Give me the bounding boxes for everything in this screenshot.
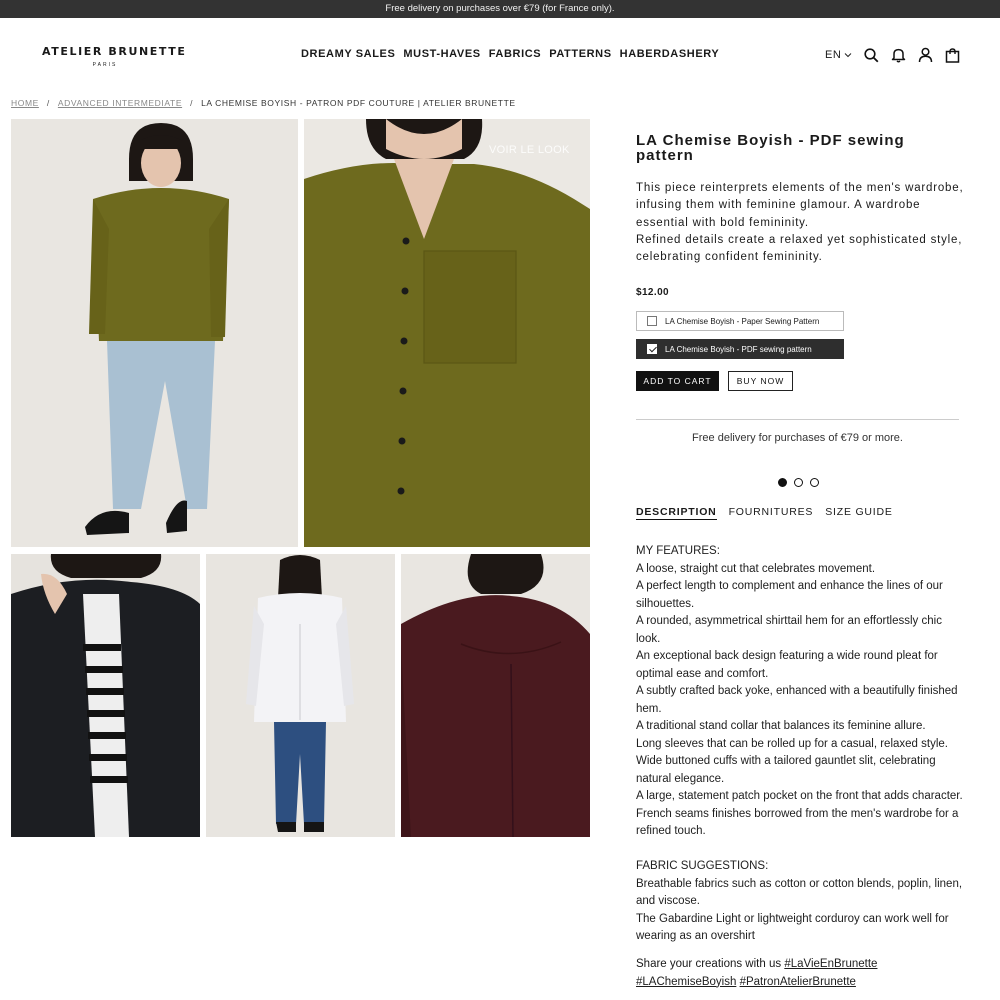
site-logo[interactable]: ATELIER BRUNETTE PARIS [42, 45, 187, 68]
nav-item-patterns[interactable]: PATTERNS [549, 48, 611, 60]
cart-icon[interactable] [945, 47, 960, 63]
product-price: $12.00 [636, 287, 669, 298]
tab-fournitures[interactable]: FOURNITURES [729, 506, 814, 520]
option-label: LA Chemise Boyish - Paper Sewing Pattern [665, 316, 820, 326]
nav-item-must-haves[interactable]: MUST-HAVES [403, 48, 480, 60]
feature-item: French seams finishes borrowed from the … [636, 807, 959, 838]
nav-item-dreamy-sales[interactable]: DREAMY SALES [301, 48, 395, 60]
breadcrumb: HOME / ADVANCED INTERMEDIATE / LA CHEMIS… [11, 98, 516, 108]
fabric-item: The Gabardine Light or lightweight cordu… [636, 912, 949, 943]
product-title: LA Chemise Boyish - PDF sewing pattern [636, 132, 905, 164]
option-paper-pattern[interactable]: LA Chemise Boyish - Paper Sewing Pattern [636, 311, 844, 331]
logo-name: ATELIER BRUNETTE [42, 45, 187, 58]
feature-item: A rounded, asymmetrical shirttail hem fo… [636, 615, 942, 645]
feature-item: Long sleeves that can be rolled up for a… [636, 737, 948, 750]
product-image-front-full[interactable] [11, 119, 298, 547]
product-intro-paragraph: This piece reinterprets elements of the … [636, 182, 964, 229]
hashtag-link[interactable]: #LAChemiseBoyish [636, 976, 736, 988]
product-image-white-shirt-back[interactable] [206, 554, 395, 837]
share-text: Share your creations with us [636, 958, 782, 970]
carousel-dot[interactable] [810, 478, 819, 487]
carousel-dot-active[interactable] [778, 478, 787, 487]
feature-item: A subtly crafted back yoke, enhanced wit… [636, 685, 958, 715]
checkbox-checked[interactable] [647, 344, 657, 354]
nav-item-fabrics[interactable]: FABRICS [489, 48, 541, 60]
breadcrumb-separator: / [190, 98, 194, 108]
feature-item: A perfect length to complement and enhan… [636, 580, 943, 610]
bell-icon[interactable] [891, 47, 906, 63]
feature-item: An exceptional back design featuring a w… [636, 650, 938, 680]
delivery-note: Free delivery for purchases of €79 or mo… [692, 432, 903, 444]
product-image-burgundy-back[interactable] [401, 554, 590, 837]
feature-item: A large, statement patch pocket on the f… [636, 790, 963, 802]
nav-item-haberdashery[interactable]: HABERDASHERY [620, 48, 720, 60]
product-image-black-shirt[interactable] [11, 554, 200, 837]
option-pdf-pattern[interactable]: LA Chemise Boyish - PDF sewing pattern [636, 339, 844, 359]
header-actions: EN [825, 47, 960, 63]
chevron-down-icon [844, 52, 852, 58]
breadcrumb-home[interactable]: HOME [11, 98, 39, 108]
breadcrumb-category[interactable]: ADVANCED INTERMEDIATE [58, 98, 182, 108]
fabric-item: Breathable fabrics such as cotton or cot… [636, 877, 963, 908]
share-section: Share your creations with us #LaVieEnBru… [636, 956, 966, 991]
look-label[interactable]: VOIR LE LOOK [489, 144, 570, 156]
option-label: LA Chemise Boyish - PDF sewing pattern [665, 344, 812, 354]
feature-item: A traditional stand collar that balances… [636, 720, 926, 732]
tab-size-guide[interactable]: SIZE GUIDE [825, 506, 893, 520]
main-nav: DREAMY SALES MUST-HAVES FABRICS PATTERNS… [301, 48, 719, 60]
carousel-dot[interactable] [794, 478, 803, 487]
carousel-dots [778, 478, 819, 487]
hashtag-link[interactable]: #PatronAtelierBrunette [740, 976, 856, 988]
product-intro-paragraph: Refined details create a relaxed yet sop… [636, 233, 963, 264]
features-heading: MY FEATURES: [636, 545, 720, 557]
divider [636, 419, 959, 420]
feature-item: Wide buttoned cuffs with a tailored gaun… [636, 755, 936, 785]
search-icon[interactable] [864, 47, 879, 63]
breadcrumb-separator: / [46, 98, 50, 108]
account-icon[interactable] [918, 47, 933, 63]
description-panel: MY FEATURES: A loose, straight cut that … [636, 543, 966, 946]
checkbox[interactable] [647, 316, 657, 326]
hashtag-link[interactable]: #LaVieEnBrunette [784, 958, 877, 970]
logo-city: PARIS [92, 62, 118, 68]
breadcrumb-current: LA CHEMISE BOYISH - PATRON PDF COUTURE |… [201, 98, 516, 108]
product-tabs: DESCRIPTION FOURNITURES SIZE GUIDE [636, 506, 893, 520]
add-to-cart-button[interactable]: ADD TO CART [636, 371, 719, 391]
feature-item: A loose, straight cut that celebrates mo… [636, 562, 876, 575]
announcement-bar: Free delivery on purchases over €79 (for… [0, 0, 1000, 18]
language-selector[interactable]: EN [825, 49, 852, 61]
fabric-heading: FABRIC SUGGESTIONS: [636, 860, 769, 872]
product-intro: This piece reinterprets elements of the … [636, 180, 976, 266]
language-label: EN [825, 49, 842, 61]
buy-now-button[interactable]: BUY NOW [728, 371, 793, 391]
product-image-front-closeup[interactable]: VOIR LE LOOK [304, 119, 590, 547]
tab-description[interactable]: DESCRIPTION [636, 506, 717, 520]
